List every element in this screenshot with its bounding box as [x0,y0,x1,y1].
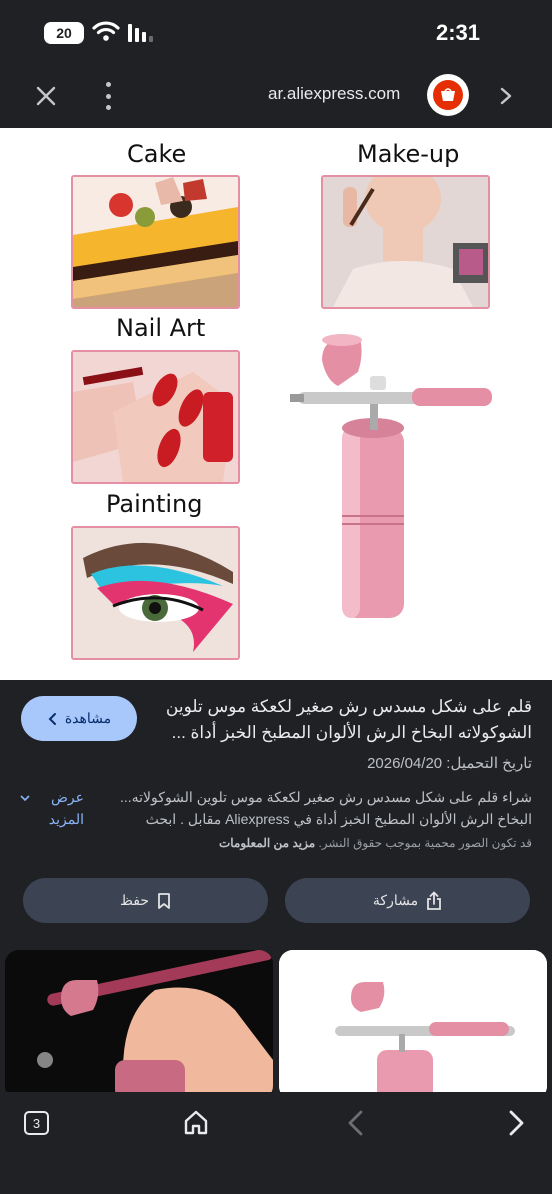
tab-switcher-button[interactable]: 3 [24,1111,49,1135]
makeup-photo [321,175,490,309]
label-cake: Cake [127,140,187,168]
url-bar: ar.aliexpress.com [0,64,552,128]
chevron-left-icon [48,712,56,725]
save-button[interactable]: حفظ [23,878,268,923]
nail-art-photo [71,350,240,484]
upload-date: تاريخ التحميل: 2026/04/20 [367,755,532,772]
copyright-text: قد تكون الصور محمية بموجب حقوق النشر. [318,836,532,850]
label-painting: Painting [106,490,203,518]
result-title[interactable]: قلم على شكل مسدس رش صغير لكعكة موس تلوين… [160,694,532,746]
page-domain[interactable]: ar.aliexpress.com [268,84,400,104]
battery-level: 20 [56,25,72,41]
product-image[interactable]: Cake Make-up Nail Art Painting [0,128,552,680]
save-button-label: حفظ [119,892,150,908]
share-button-label: مشاركة [372,892,419,908]
home-icon[interactable] [182,1108,210,1136]
share-icon [427,890,441,910]
more-options-icon[interactable] [98,82,118,110]
show-more-link[interactable]: عرض المزيد [20,786,84,830]
cake-photo [71,175,240,309]
chevron-right-icon[interactable] [496,84,516,108]
similar-image-2[interactable] [279,950,547,1100]
status-bar: 20 2:31 [0,0,552,64]
clock: 2:31 [435,20,480,45]
copyright-notice: قد تكون الصور محمية بموجب حقوق النشر. مز… [219,836,532,850]
share-button[interactable]: مشاركة [285,878,530,923]
label-nail-art: Nail Art [116,314,206,342]
tab-count: 3 [32,1115,41,1131]
view-button-label: مشاهدة [64,710,112,726]
chevron-down-icon [20,795,30,802]
airbrush-product-photo [290,334,492,618]
view-button[interactable]: مشاهدة [21,696,137,741]
eye-painting-photo [71,526,240,660]
close-icon[interactable] [34,84,58,108]
wifi-icon [92,21,120,41]
bookmark-icon [158,892,170,909]
show-more-label: عرض المزيد [48,789,84,827]
label-makeup: Make-up [357,140,460,168]
learn-more-link[interactable]: مزيد من المعلومات [219,836,315,850]
signal-icon [128,24,153,42]
bottom-navigation: 3 [0,1092,552,1194]
similar-image-1[interactable] [5,950,273,1100]
image-details-panel: قلم على شكل مسدس رش صغير لكعكة موس تلوين… [0,680,552,1100]
back-icon[interactable] [344,1108,368,1138]
description: شراء قلم على شكل مسدس رش صغير لكعكة موس … [119,789,532,827]
aliexpress-logo-icon[interactable] [427,74,469,116]
forward-icon[interactable] [504,1108,528,1138]
battery-icon: 20 [44,22,84,44]
